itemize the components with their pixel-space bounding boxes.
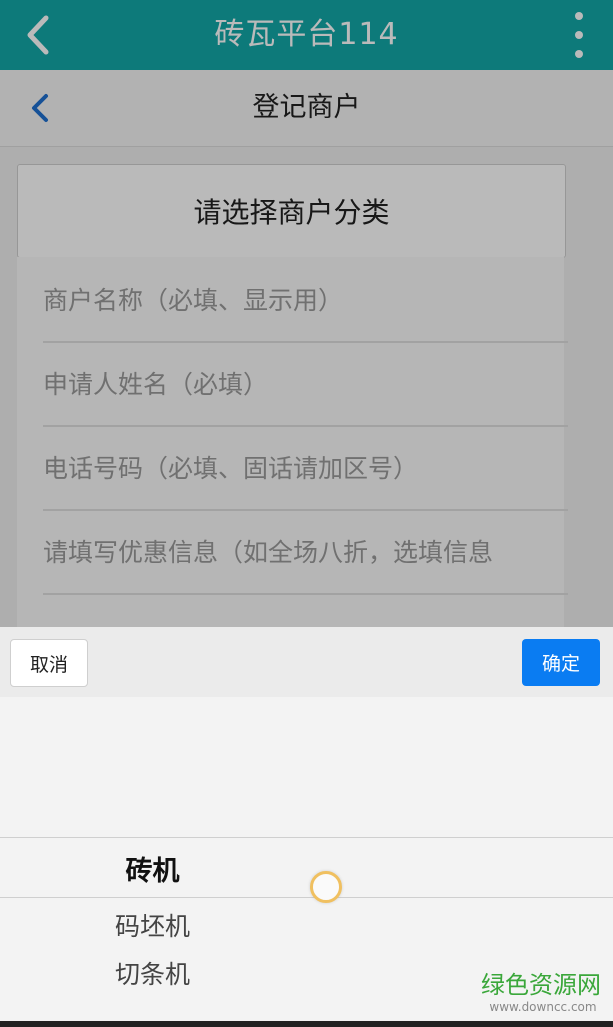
watermark-url: www.downcc.com (489, 1000, 597, 1014)
selection-line-bottom (0, 897, 613, 898)
cancel-button[interactable]: 取消 (10, 639, 88, 687)
nav-strip (0, 1021, 613, 1027)
touch-indicator (310, 871, 342, 903)
category-picker-sheet: 取消 确定 砖机 码坯机 切条机 (0, 627, 613, 1027)
confirm-button[interactable]: 确定 (522, 639, 600, 686)
modal-overlay[interactable] (0, 0, 613, 627)
picker-option[interactable]: 切条机 (90, 955, 215, 991)
picker-toolbar: 取消 确定 (0, 627, 613, 697)
picker-option[interactable]: 码坯机 (90, 907, 215, 943)
selection-line-top (0, 837, 613, 838)
watermark-logo: 绿色资源网 (481, 971, 601, 999)
picker-option-selected[interactable]: 砖机 (90, 849, 215, 888)
